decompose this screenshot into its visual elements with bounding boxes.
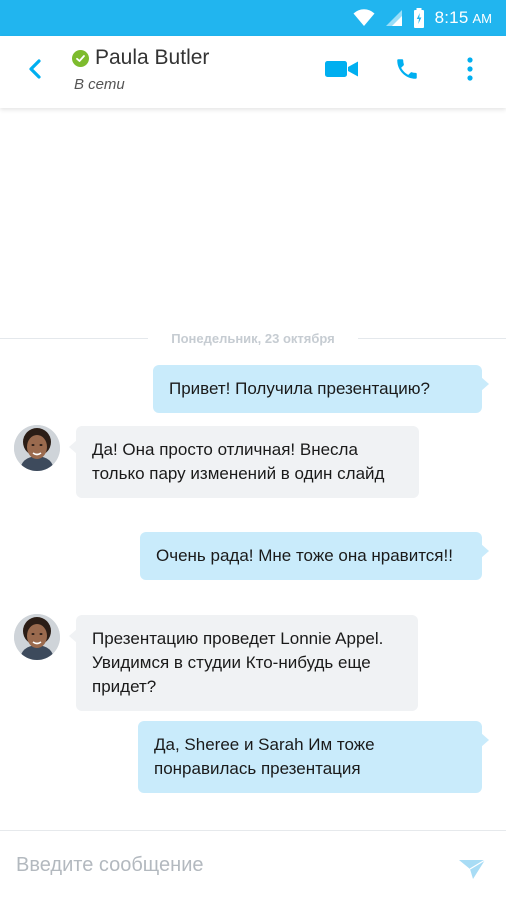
clock-time: 8:15 xyxy=(434,8,469,27)
message-text: Привет! Получила презентацию? xyxy=(169,379,430,398)
compose-bar xyxy=(0,830,506,900)
more-options-button[interactable] xyxy=(458,56,482,86)
contact-avatar-image xyxy=(14,614,60,660)
signal-icon xyxy=(385,9,403,27)
message-text: Очень рада! Мне тоже она нравится!! xyxy=(156,546,453,565)
more-vertical-icon xyxy=(467,56,473,86)
contact-avatar-image xyxy=(14,425,60,471)
message-text: Да, Sheree и Sarah Им тоже понравилась п… xyxy=(154,735,375,778)
status-time: 8:15 AM xyxy=(435,8,492,28)
status-bar: 8:15 AM xyxy=(0,0,506,36)
chevron-left-icon xyxy=(27,58,43,85)
date-separator-label: Понедельник, 23 октября xyxy=(171,330,335,346)
contact-info[interactable]: Paula Butler В сети xyxy=(72,46,209,93)
date-separator: Понедельник, 23 октября xyxy=(0,328,506,348)
chat-header: Paula Butler В сети xyxy=(0,36,506,108)
message-text: Да! Она просто отличная! Внесла только п… xyxy=(92,440,385,483)
message-bubble-outgoing[interactable]: Да, Sheree и Sarah Им тоже понравилась п… xyxy=(138,721,489,793)
phone-icon xyxy=(394,56,420,87)
message-text: Презентацию проведет Lonnie Appel. Увиди… xyxy=(92,629,384,696)
message-bubble-incoming[interactable]: Да! Она просто отличная! Внесла только п… xyxy=(69,426,419,498)
message-bubble-incoming[interactable]: Презентацию проведет Lonnie Appel. Увиди… xyxy=(69,615,418,711)
back-button[interactable] xyxy=(20,56,50,86)
paper-plane-icon xyxy=(458,859,486,885)
check-circle-icon xyxy=(72,49,89,67)
message-input[interactable] xyxy=(16,847,436,883)
avatar[interactable] xyxy=(14,425,60,471)
battery-icon xyxy=(413,8,425,28)
avatar[interactable] xyxy=(14,614,60,660)
message-list[interactable]: Понедельник, 23 октября Привет! Получила… xyxy=(0,108,506,830)
send-button[interactable] xyxy=(458,857,486,881)
audio-call-button[interactable] xyxy=(392,56,422,86)
clock-ampm: AM xyxy=(472,11,493,26)
message-bubble-outgoing[interactable]: Привет! Получила презентацию? xyxy=(153,365,489,413)
contact-status: В сети xyxy=(74,76,125,93)
video-camera-icon xyxy=(325,59,359,84)
contact-name: Paula Butler xyxy=(95,46,210,69)
video-call-button[interactable] xyxy=(324,56,360,86)
wifi-icon xyxy=(353,9,375,27)
message-bubble-outgoing[interactable]: Очень рада! Мне тоже она нравится!! xyxy=(140,532,489,580)
